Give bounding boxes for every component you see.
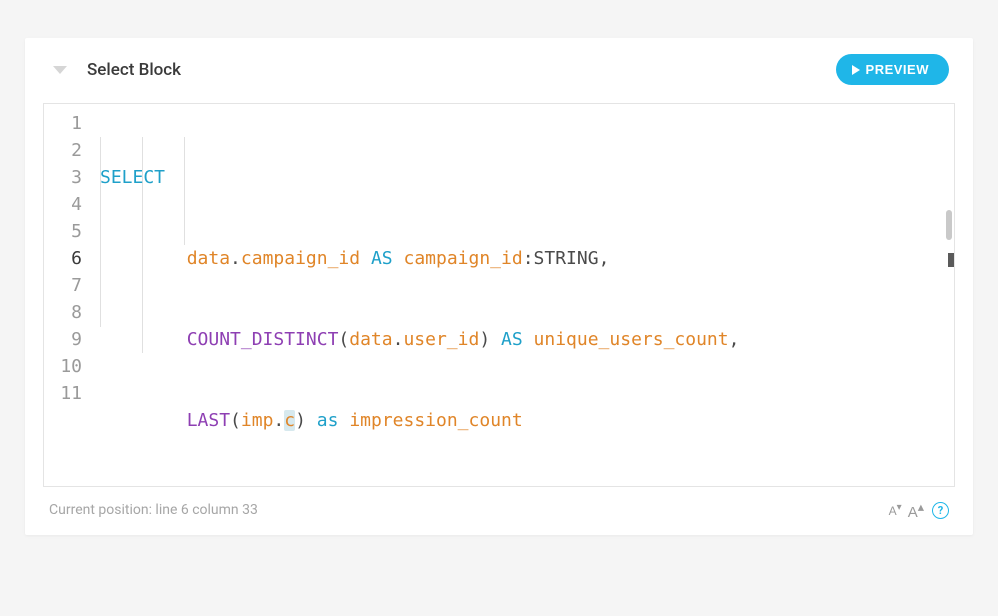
font-size-increase-button[interactable]: A▴ [908,499,924,521]
font-size-decrease-button[interactable]: A▾ [889,502,902,518]
line-number: 9 [44,326,82,353]
code-line: LAST(imp.c) as impression_count [98,407,954,434]
panel-header: Select Block PREVIEW [25,38,973,97]
line-number: 2 [44,137,82,164]
collapse-icon[interactable] [53,66,67,74]
editor-footer: Current position: line 6 column 33 A▾ A▴… [43,487,955,535]
line-number: 7 [44,272,82,299]
line-number: 8 [44,299,82,326]
line-number: 1 [44,110,82,137]
line-number: 4 [44,191,82,218]
select-block-panel: Select Block PREVIEW 1 2 3 4 5 6 7 8 9 1… [25,38,973,535]
line-number: 5 [44,218,82,245]
line-number: 3 [44,164,82,191]
code-editor[interactable]: 1 2 3 4 5 6 7 8 9 10 11 SELECT data.camp… [43,103,955,487]
cursor-marker [948,253,954,267]
play-icon [852,65,860,75]
code-line: SELECT [98,164,954,191]
line-number: 6 [44,245,82,272]
line-number-gutter: 1 2 3 4 5 6 7 8 9 10 11 [44,104,92,486]
line-number: 11 [44,380,82,407]
preview-button[interactable]: PREVIEW [836,54,949,85]
preview-button-label: PREVIEW [866,62,929,77]
panel-title: Select Block [87,60,836,80]
code-line: COUNT_DISTINCT(data.user_id) AS unique_u… [98,326,954,353]
code-content[interactable]: SELECT data.campaign_id AS campaign_id:S… [92,104,954,486]
help-icon[interactable]: ? [932,502,949,519]
scrollbar-thumb[interactable] [946,210,952,240]
cursor-position-text: Current position: line 6 column 33 [49,502,258,518]
code-line: data.campaign_id AS campaign_id:STRING, [98,245,954,272]
line-number: 10 [44,353,82,380]
